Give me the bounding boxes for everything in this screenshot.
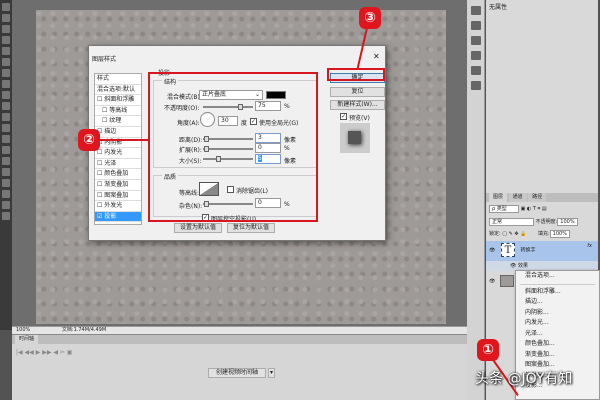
layer-row-text[interactable]: 👁 T 转换字 fx bbox=[486, 241, 598, 261]
tab-channels[interactable]: 通道 bbox=[508, 193, 527, 202]
close-icon[interactable]: ✕ bbox=[373, 52, 380, 61]
tab-paths[interactable]: 路径 bbox=[528, 193, 547, 202]
preview-checkbox[interactable]: ✓ bbox=[340, 113, 347, 120]
blend-mode-select[interactable]: 正常 bbox=[489, 217, 534, 226]
menu-separator bbox=[520, 283, 595, 285]
annotation-marker-2: ② bbox=[78, 129, 100, 151]
tool-icon[interactable] bbox=[2, 58, 10, 66]
style-list-header: 样式 bbox=[95, 74, 141, 85]
tool-icon[interactable] bbox=[2, 69, 10, 77]
tool-icon[interactable] bbox=[2, 179, 10, 187]
playback-controls[interactable]: |◀ ◀◀ ▶ ▶▶ ◀ ✂ ▣ bbox=[12, 344, 467, 361]
style-contour[interactable]: ☐ 等高线 bbox=[95, 106, 141, 117]
create-video-timeline-button[interactable]: 创建视频时间轴 bbox=[208, 368, 266, 378]
tool-icon[interactable] bbox=[2, 36, 10, 44]
tools-panel bbox=[0, 0, 12, 330]
tab-timeline[interactable]: 时间轴 bbox=[15, 335, 39, 344]
watermark: 头条 @JOY有知 bbox=[475, 371, 573, 387]
menu-item-bevel[interactable]: 斜面和浮雕... bbox=[516, 287, 599, 298]
style-drop-shadow[interactable]: ☑ 投影 bbox=[95, 211, 141, 223]
opacity-label: 不透明度: bbox=[535, 219, 558, 225]
menu-item-stroke[interactable]: 描边... bbox=[516, 297, 599, 308]
set-default-button[interactable]: 设置为默认值 bbox=[174, 223, 222, 233]
style-blending-options[interactable]: 混合选项:默认 bbox=[95, 85, 141, 96]
menu-item-color-overlay[interactable]: 颜色叠加... bbox=[516, 339, 599, 350]
tool-icon[interactable] bbox=[2, 168, 10, 176]
tool-icon[interactable] bbox=[2, 14, 10, 22]
layer-thumbnail bbox=[500, 275, 515, 287]
new-style-button[interactable]: 新建样式(W)... bbox=[330, 100, 385, 110]
tool-icon[interactable] bbox=[2, 91, 10, 99]
tool-icon[interactable] bbox=[2, 113, 10, 121]
highlight-box-settings bbox=[148, 72, 318, 222]
style-texture[interactable]: ☐ 纹理 bbox=[95, 116, 141, 127]
history-icon[interactable] bbox=[471, 6, 481, 15]
style-pattern-overlay[interactable]: ☐ 图案叠加 bbox=[95, 191, 141, 202]
reset-button[interactable]: 复位 bbox=[330, 87, 385, 97]
paragraph-icon[interactable] bbox=[471, 66, 481, 75]
style-satin[interactable]: ☐ 光泽 bbox=[95, 159, 141, 170]
annotation-marker-3: ③ bbox=[359, 7, 381, 29]
highlight-box-ok bbox=[327, 68, 385, 81]
timeline-panel: 时间轴 |◀ ◀◀ ▶ ▶▶ ◀ ✂ ▣ 创建视频时间轴 ▾ bbox=[12, 334, 467, 400]
tool-icon[interactable] bbox=[2, 146, 10, 154]
menu-item-blending-options[interactable]: 混合选项... bbox=[516, 271, 599, 282]
style-inner-glow[interactable]: ☐ 内发光 bbox=[95, 148, 141, 159]
tool-icon[interactable] bbox=[2, 212, 10, 220]
tool-icon[interactable] bbox=[2, 3, 10, 11]
fx-icon[interactable]: fx bbox=[587, 241, 592, 251]
tool-icon[interactable] bbox=[2, 25, 10, 33]
text-layer-icon: T bbox=[500, 243, 515, 257]
stamp-icon[interactable] bbox=[471, 36, 481, 45]
tool-icon[interactable] bbox=[2, 47, 10, 55]
status-bar: 100% 文档:1.74M/4.49M bbox=[12, 326, 467, 334]
tool-icon[interactable] bbox=[2, 124, 10, 132]
adjust-icon[interactable] bbox=[471, 21, 481, 30]
eye-icon[interactable]: 👁 bbox=[489, 248, 495, 254]
tool-icon[interactable] bbox=[2, 80, 10, 88]
effects-label: 效果 bbox=[517, 263, 528, 269]
tab-layers[interactable]: 图层 bbox=[489, 193, 508, 202]
character-icon[interactable] bbox=[471, 51, 481, 60]
style-list: 样式 混合选项:默认 ☐ 斜面和浮雕 ☐ 等高线 ☐ 纹理 ☐ 描边 ☐ 内阴影… bbox=[94, 73, 142, 225]
reset-default-button[interactable]: 复位为默认值 bbox=[227, 223, 275, 233]
style-stroke[interactable]: ☐ 描边 bbox=[95, 127, 141, 138]
layer-filter[interactable]: ρ 类型 bbox=[489, 204, 519, 213]
properties-title: 无属性 bbox=[489, 4, 508, 11]
lock-label: 锁定: bbox=[489, 231, 501, 237]
tools-icon[interactable] bbox=[471, 81, 481, 90]
style-color-overlay[interactable]: ☐ 颜色叠加 bbox=[95, 169, 141, 180]
fill-input[interactable]: 100% bbox=[549, 229, 570, 238]
zoom-level[interactable]: 100% bbox=[16, 327, 30, 333]
menu-item-gradient-overlay[interactable]: 渐变叠加... bbox=[516, 350, 599, 361]
tool-icon[interactable] bbox=[2, 190, 10, 198]
style-outer-glow[interactable]: ☐ 外发光 bbox=[95, 201, 141, 212]
preview-label: 预览(V) bbox=[349, 115, 370, 122]
dialog-title: 图层样式 bbox=[92, 56, 117, 63]
fill-label: 填充: bbox=[537, 231, 550, 237]
tool-icon[interactable] bbox=[2, 201, 10, 209]
style-preview bbox=[340, 123, 370, 153]
annotation-line bbox=[100, 139, 148, 141]
opacity-input[interactable]: 100% bbox=[557, 217, 578, 226]
doc-size: 文档:1.74M/4.49M bbox=[61, 327, 107, 333]
tool-icon[interactable] bbox=[2, 135, 10, 143]
annotation-marker-1: ① bbox=[477, 339, 499, 361]
menu-item-satin[interactable]: 光泽... bbox=[516, 329, 599, 340]
menu-item-inner-glow[interactable]: 内发光... bbox=[516, 318, 599, 329]
properties-panel: 无属性 bbox=[486, 0, 598, 193]
chevron-down-icon[interactable]: ▾ bbox=[268, 368, 275, 378]
eye-icon[interactable]: 👁 bbox=[489, 279, 495, 285]
menu-item-inner-shadow[interactable]: 内阴影... bbox=[516, 308, 599, 319]
tool-icon[interactable] bbox=[2, 102, 10, 110]
style-bevel[interactable]: ☐ 斜面和浮雕 bbox=[95, 95, 141, 106]
layer-name[interactable]: 转换字 bbox=[521, 248, 536, 254]
style-gradient-overlay[interactable]: ☐ 渐变叠加 bbox=[95, 180, 141, 191]
tool-icon[interactable] bbox=[2, 157, 10, 165]
